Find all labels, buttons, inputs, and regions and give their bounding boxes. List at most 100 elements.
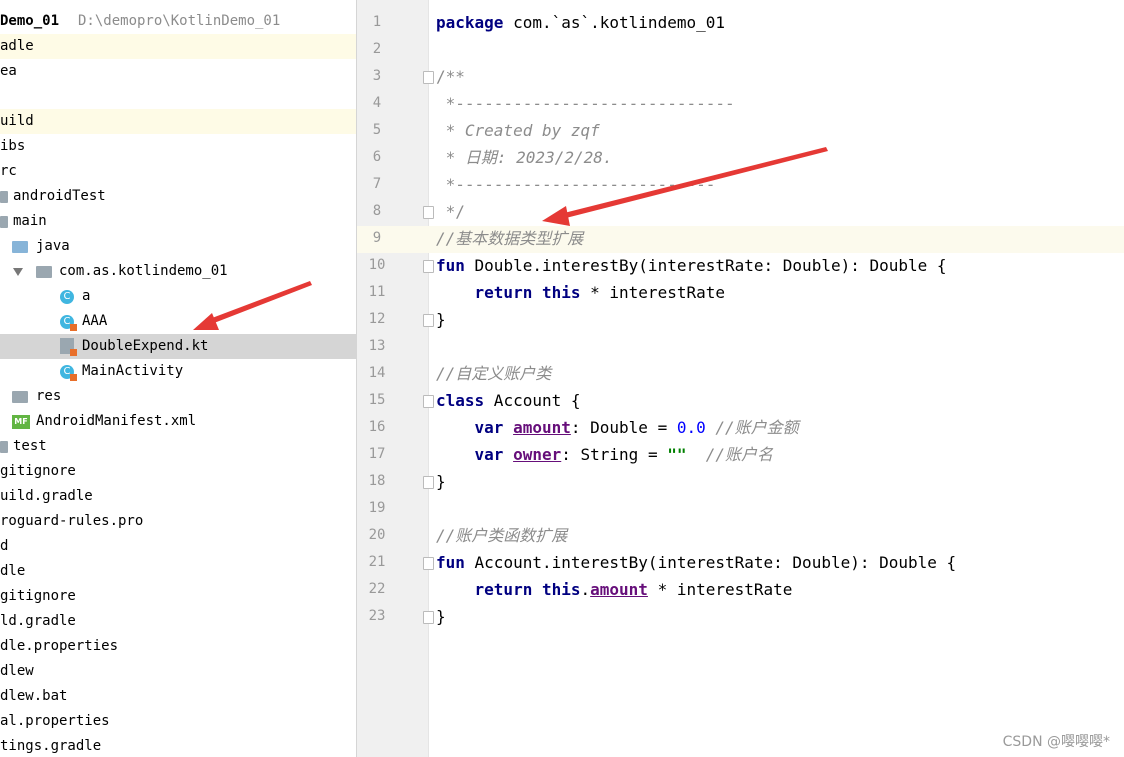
code-line-12: } xyxy=(436,310,446,329)
tree-item-label: DoubleExpend.kt xyxy=(82,338,209,354)
project-root-row[interactable]: Demo_01 D:\demopro\KotlinDemo_01 xyxy=(0,9,356,34)
tree-item-label: res xyxy=(36,388,62,404)
package-icon xyxy=(36,266,52,278)
line-number: 15 xyxy=(368,392,386,408)
tree-item[interactable]: main xyxy=(0,209,356,234)
fold-marker-icon[interactable] xyxy=(423,206,434,219)
code-line-16: var amount: Double = 0.0 //账户金额 xyxy=(474,418,799,437)
line-number: 20 xyxy=(368,527,386,543)
tree-item-label: ea xyxy=(0,63,17,79)
tree-item[interactable]: Ca xyxy=(0,284,356,309)
tree-item-label: gitignore xyxy=(0,463,76,479)
line-number: 6 xyxy=(372,149,382,165)
tree-item[interactable]: ea xyxy=(0,59,356,84)
tree-item[interactable]: roguard-rules.pro xyxy=(0,509,356,534)
line-number: 14 xyxy=(368,365,386,381)
code-line-7: *--------------------------- xyxy=(436,175,716,194)
fold-marker-icon[interactable] xyxy=(423,611,434,624)
folder-icon xyxy=(0,191,8,203)
tree-item-label: uild xyxy=(0,113,34,129)
folder-icon xyxy=(12,241,28,253)
code-line-1: package com.`as`.kotlindemo_01 xyxy=(436,13,725,32)
tree-item-label: adle xyxy=(0,38,34,54)
fold-marker-icon[interactable] xyxy=(423,395,434,408)
tree-item[interactable]: adle xyxy=(0,34,356,59)
watermark: CSDN @嘤嘤嘤* xyxy=(1002,734,1110,750)
tree-item[interactable]: d xyxy=(0,534,356,559)
fold-marker-icon[interactable] xyxy=(423,260,434,273)
tree-item[interactable]: DoubleExpend.kt xyxy=(0,334,356,359)
tree-item-label: dlew.bat xyxy=(0,688,68,704)
tree-item[interactable]: al.properties xyxy=(0,709,356,734)
manifest-icon: MF xyxy=(12,415,30,429)
line-number: 18 xyxy=(368,473,386,489)
tree-item-label: tings.gradle xyxy=(0,738,102,754)
tree-item-label: com.as.kotlindemo_01 xyxy=(59,263,228,279)
tree-item[interactable]: gitignore xyxy=(0,584,356,609)
expand-arrow-icon[interactable] xyxy=(13,268,23,276)
code-line-18: } xyxy=(436,472,446,491)
line-number: 21 xyxy=(368,554,386,570)
tree-item[interactable]: ld.gradle xyxy=(0,609,356,634)
tree-item[interactable]: dlew.bat xyxy=(0,684,356,709)
line-number: 12 xyxy=(368,311,386,327)
tree-item-label: d xyxy=(0,538,9,554)
tree-item-label: ibs xyxy=(0,138,26,154)
tree-item[interactable]: androidTest xyxy=(0,184,356,209)
folder-icon xyxy=(12,391,28,403)
tree-item[interactable]: dle.properties xyxy=(0,634,356,659)
fold-marker-icon[interactable] xyxy=(423,314,434,327)
code-line-4: *----------------------------- xyxy=(436,94,735,113)
code-line-14: //自定义账户类 xyxy=(436,364,552,383)
tree-item[interactable]: MF AndroidManifest.xml xyxy=(0,409,356,434)
kotlin-class-icon: C xyxy=(60,315,77,331)
tree-item[interactable] xyxy=(0,84,356,109)
fold-marker-icon[interactable] xyxy=(423,476,434,489)
kotlin-badge-icon xyxy=(70,324,77,331)
tree-item[interactable]: dle xyxy=(0,559,356,584)
tree-item[interactable]: tings.gradle xyxy=(0,734,356,757)
code-line-5: * Created by zqf xyxy=(436,121,600,140)
project-tree: Demo_01 D:\demopro\KotlinDemo_01 adle ea u… xyxy=(0,0,356,757)
line-number: 13 xyxy=(368,338,386,354)
gutter-separator xyxy=(428,0,429,757)
line-number: 4 xyxy=(372,95,382,111)
tree-item[interactable]: C AAA xyxy=(0,309,356,334)
project-name: Demo_01 xyxy=(0,13,60,29)
tree-item-label: a xyxy=(82,288,91,304)
tree-item-label: al.properties xyxy=(0,713,110,729)
tree-item[interactable]: gitignore xyxy=(0,459,356,484)
tree-item[interactable]: dlew xyxy=(0,659,356,684)
code-line-22: return this.amount * interestRate xyxy=(474,580,793,599)
line-number: 7 xyxy=(372,176,382,192)
tree-item[interactable]: uild xyxy=(0,109,356,134)
tree-item[interactable]: java xyxy=(0,234,356,259)
line-number: 19 xyxy=(368,500,386,516)
tree-item[interactable]: C MainActivity xyxy=(0,359,356,384)
line-number: 17 xyxy=(368,446,386,462)
code-line-6: * 日期: 2023/2/28. xyxy=(436,148,613,167)
tree-item[interactable]: ibs xyxy=(0,134,356,159)
line-number: 2 xyxy=(372,41,382,57)
tree-item[interactable]: res xyxy=(0,384,356,409)
fold-marker-icon[interactable] xyxy=(423,71,434,84)
code-line-10: fun Double.interestBy(interestRate: Doub… xyxy=(436,256,947,275)
tree-item-label: ld.gradle xyxy=(0,613,76,629)
line-number: 3 xyxy=(372,68,382,84)
kotlin-badge-icon xyxy=(70,374,77,381)
code-line-11: return this * interestRate xyxy=(474,283,725,302)
code-line-17: var owner: String = "" //账户名 xyxy=(474,445,774,464)
kotlin-badge-icon xyxy=(70,349,77,356)
fold-marker-icon[interactable] xyxy=(423,557,434,570)
tree-item[interactable]: com.as.kotlindemo_01 xyxy=(0,259,356,284)
tree-item-label: dle xyxy=(0,563,26,579)
tree-item-label: AndroidManifest.xml xyxy=(36,413,197,429)
code-line-8: */ xyxy=(436,202,465,221)
tree-item[interactable]: uild.gradle xyxy=(0,484,356,509)
tree-item[interactable]: rc xyxy=(0,159,356,184)
tree-item-label: dlew xyxy=(0,663,34,679)
tree-item-label: rc xyxy=(0,163,17,179)
code-line-21: fun Account.interestBy(interestRate: Dou… xyxy=(436,553,957,572)
tree-item-label: java xyxy=(36,238,70,254)
tree-item[interactable]: test xyxy=(0,434,356,459)
